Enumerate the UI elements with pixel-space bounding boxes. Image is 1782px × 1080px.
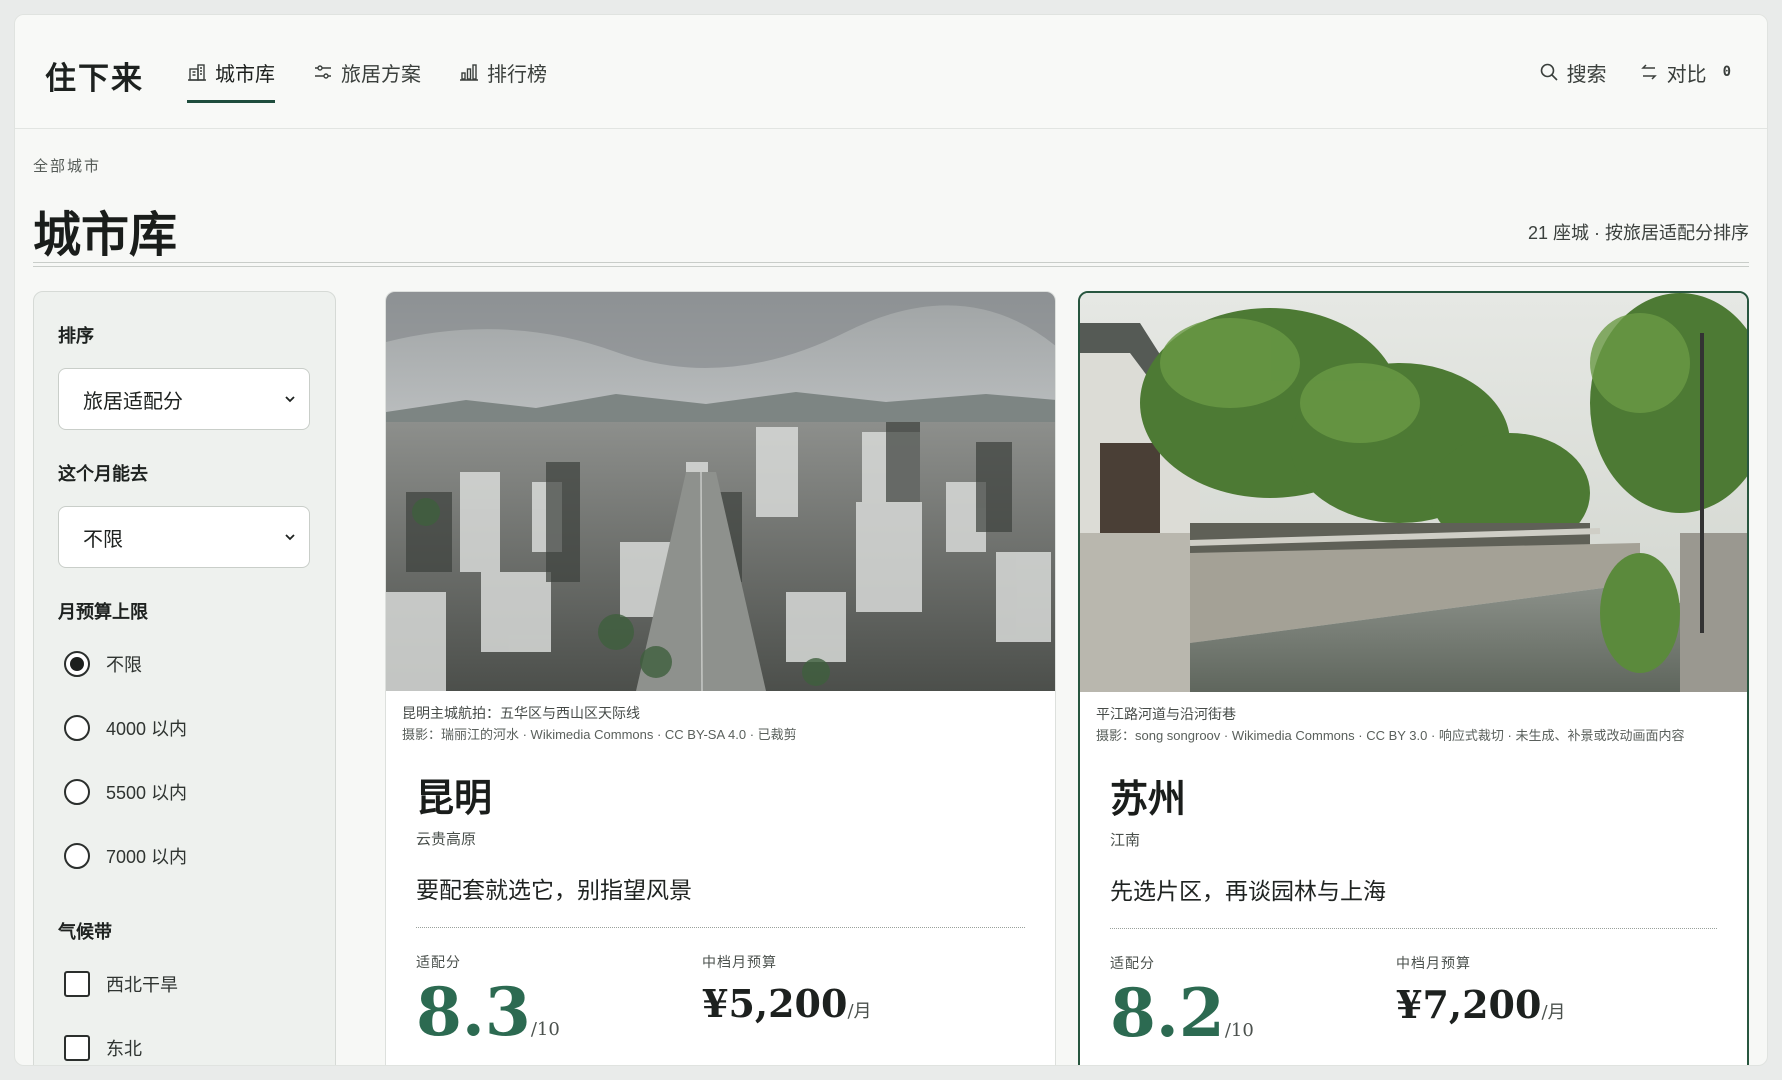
radio-label: 不限 (106, 655, 142, 675)
chevron-down-icon (285, 396, 295, 403)
fit-score-value: 8.2 (1110, 974, 1225, 1052)
month-select-value: 不限 (83, 528, 123, 551)
monthly-budget: ¥5,200/月 (702, 976, 988, 1040)
city-tagline: 要配套就选它，别指望风景 (416, 878, 692, 904)
radio-button[interactable] (64, 715, 90, 741)
sort-label: 排序 (58, 326, 94, 346)
page-title: 城市库 (33, 207, 178, 263)
city-region: 云贵高原 (416, 831, 477, 848)
climate-label: 气候带 (58, 922, 112, 942)
budget-option-4000[interactable]: 4000 以内 (58, 696, 311, 760)
fit-score-unit: /10 (530, 1019, 560, 1040)
filter-sidebar: 排序 旅居适配分 这个月能去 不限 月预算上限 不限 4000 以内 5500 … (33, 291, 336, 1065)
radio-button[interactable] (64, 651, 90, 677)
radio-label: 5500 以内 (106, 783, 188, 803)
budget-label: 月预算上限 (58, 602, 148, 622)
nav-item-rankings[interactable]: 排行榜 (459, 15, 547, 129)
budget-label: 中档月预算 (1396, 955, 1471, 971)
climate-option-northwest-arid[interactable]: 西北干旱 (58, 952, 311, 1016)
breadcrumb[interactable]: 全部城市 (33, 155, 101, 176)
fit-score-block: 适配分 8.3/10 (416, 952, 702, 1065)
checkbox-label: 东北 (106, 1039, 142, 1059)
checkbox-label: 西北干旱 (106, 975, 178, 995)
sliders-icon (315, 65, 331, 79)
radio-label: 4000 以内 (106, 719, 188, 739)
radio-label: 7000 以内 (106, 847, 188, 867)
top-actions: 搜索 对比 0 (1539, 15, 1731, 129)
photo-credit: 摄影：song songroov · Wikimedia Commons · C… (1096, 728, 1685, 743)
swap-arrows-icon (1640, 64, 1657, 80)
fit-score-label: 适配分 (1110, 955, 1155, 971)
nav-item-label: 旅居方案 (341, 63, 421, 86)
budget-radio-group: 不限 4000 以内 5500 以内 7000 以内 (58, 632, 311, 888)
radio-button[interactable] (64, 843, 90, 869)
nav-item-city-library[interactable]: 城市库 (187, 15, 275, 129)
search-label: 搜索 (1566, 63, 1607, 86)
sort-select-value: 旅居适配分 (83, 390, 183, 413)
building-icon (188, 64, 206, 81)
brand-logo[interactable]: 住下来 (45, 53, 144, 98)
city-region: 江南 (1110, 832, 1141, 849)
city-card-suzhou[interactable]: 平江路河道与沿河街巷 摄影：song songroov · Wikimedia … (1078, 291, 1749, 1065)
budget-block: 中档月预算 ¥7,200/月 (1396, 953, 1682, 1065)
fit-score: 8.2/10 (1110, 973, 1396, 1065)
nav-item-travel-plans[interactable]: 旅居方案 (313, 15, 421, 129)
budget-label: 中档月预算 (702, 954, 777, 970)
budget-block: 中档月预算 ¥5,200/月 (702, 952, 988, 1065)
fit-score-label: 适配分 (416, 954, 461, 970)
search-button[interactable]: 搜索 (1539, 58, 1607, 87)
month-select[interactable]: 不限 (58, 506, 310, 568)
compare-button[interactable]: 对比 0 (1639, 58, 1731, 87)
photo-caption: 平江路河道与沿河街巷 (1096, 706, 1236, 722)
fit-score: 8.3/10 (416, 972, 702, 1065)
monthly-budget-value: ¥5,200 (702, 981, 848, 1026)
nav-item-label: 城市库 (215, 63, 275, 86)
divider (33, 266, 1749, 267)
city-name: 昆明 (416, 775, 493, 820)
climate-checkbox-group: 西北干旱 东北 (58, 952, 311, 1065)
radio-selected-dot (70, 657, 84, 671)
city-name: 苏州 (1110, 776, 1187, 821)
monthly-budget-unit: /月 (847, 1001, 872, 1022)
radio-button[interactable] (64, 779, 90, 805)
city-tagline: 先选片区，再谈园林与上海 (1110, 879, 1386, 905)
chevron-down-icon (285, 534, 295, 541)
monthly-budget-unit: /月 (1541, 1002, 1566, 1023)
fit-score-unit: /10 (1224, 1020, 1254, 1041)
checkbox[interactable] (64, 1035, 90, 1061)
monthly-budget-value: ¥7,200 (1396, 982, 1542, 1027)
compare-count: 0 (1722, 64, 1731, 80)
budget-option-5500[interactable]: 5500 以内 (58, 760, 311, 824)
nav-item-label: 排行榜 (487, 63, 547, 86)
city-card-kunming[interactable]: 昆明主城航拍：五华区与西山区天际线 摄影：瑞丽江的河水 · Wikimedia … (385, 291, 1056, 1065)
climate-option-northeast[interactable]: 东北 (58, 1016, 311, 1065)
main-nav: 城市库 旅居方案 排行榜 (187, 15, 585, 129)
budget-option-7000[interactable]: 7000 以内 (58, 824, 311, 888)
city-photo (386, 292, 1055, 691)
photo-credit: 摄影：瑞丽江的河水 · Wikimedia Commons · CC BY-SA… (402, 727, 797, 742)
city-photo (1080, 293, 1747, 692)
city-stats: 适配分 8.2/10 中档月预算 ¥7,200/月 (1080, 929, 1747, 1065)
fit-score-block: 适配分 8.2/10 (1110, 953, 1396, 1065)
compare-label: 对比 (1666, 63, 1707, 86)
canal-street-image (1080, 293, 1747, 692)
photo-caption: 昆明主城航拍：五华区与西山区天际线 (402, 705, 640, 721)
city-stats: 适配分 8.3/10 中档月预算 ¥5,200/月 (386, 928, 1055, 1065)
monthly-budget: ¥7,200/月 (1396, 977, 1682, 1041)
results-summary: 21 座城 · 按旅居适配分排序 (1527, 223, 1749, 243)
top-navigation-bar: 住下来 城市库 旅居方案 排行榜 搜索 对比 0 (15, 15, 1767, 129)
checkbox[interactable] (64, 971, 90, 997)
sort-select[interactable]: 旅居适配分 (58, 368, 310, 430)
app-window: 住下来 城市库 旅居方案 排行榜 搜索 对比 0 全部城市 城市库 21 座城 … (14, 14, 1768, 1066)
fit-score-value: 8.3 (416, 973, 531, 1051)
divider (33, 262, 1749, 263)
city-skyline-image (386, 292, 1055, 691)
budget-option-unlimited[interactable]: 不限 (58, 632, 311, 696)
search-icon (1540, 63, 1558, 81)
bar-chart-icon (460, 64, 478, 81)
month-label: 这个月能去 (58, 464, 148, 484)
